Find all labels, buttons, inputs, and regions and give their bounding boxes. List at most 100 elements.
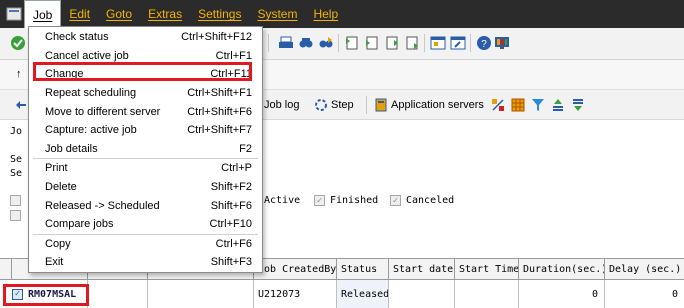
svg-text:?: ? [481, 39, 487, 50]
menu-settings[interactable]: Settings [190, 0, 249, 28]
row-status: Released [337, 280, 389, 308]
sort-ascending-icon[interactable] [550, 95, 566, 115]
menu-item-delete[interactable]: Delete Shift+F2 [29, 178, 262, 197]
layout-grid-icon[interactable] [510, 95, 526, 115]
menu-extras[interactable]: Extras [140, 0, 190, 28]
row-spool-cell [88, 280, 148, 308]
menu-item-compare-jobs[interactable]: Compare jobs Ctrl+F10 [29, 215, 262, 234]
row-duration: 0 [519, 280, 605, 308]
menu-item-repeat-scheduling-shortcut: Ctrl+Shift+F1 [187, 87, 252, 100]
menu-item-print-shortcut: Ctrl+P [221, 162, 252, 175]
application-servers-label: Application servers [391, 99, 484, 111]
menu-system[interactable]: System [249, 0, 305, 28]
partial-label-se-2: Se [10, 168, 23, 179]
menu-item-exit[interactable]: Exit Shift+F3 [29, 253, 262, 272]
title-arrow-icon: ↑ [16, 68, 22, 80]
menu-item-repeat-scheduling-label: Repeat scheduling [45, 87, 137, 100]
next-page-icon[interactable] [384, 33, 400, 53]
menu-item-job-details-label: Job details [45, 142, 98, 155]
customize-layout-icon[interactable] [494, 33, 510, 53]
print-icon[interactable] [278, 33, 294, 53]
menu-item-move-server-label: Move to different server [45, 105, 161, 118]
step-label: Step [331, 99, 354, 111]
menu-goto[interactable]: Goto [98, 0, 140, 28]
first-page-icon[interactable] [344, 33, 360, 53]
menu-item-copy[interactable]: Copy Ctrl+F6 [29, 235, 262, 254]
menu-item-move-server[interactable]: Move to different server Ctrl+Shift+F6 [29, 102, 262, 121]
menu-item-change-label: Change [45, 68, 84, 81]
menu-item-delete-label: Delete [45, 181, 77, 194]
menu-item-cancel-active-job-shortcut: Ctrl+F1 [215, 49, 252, 62]
sap-app-icon[interactable] [4, 4, 24, 24]
menu-item-exit-shortcut: Shift+F3 [210, 256, 252, 269]
hidden-checkbox-1[interactable] [10, 195, 21, 206]
menu-item-capture-active-job-shortcut: Ctrl+Shift+F7 [187, 124, 252, 137]
status-filter-active-label: Active [264, 195, 301, 206]
canceled-checkbox[interactable]: ✓ [390, 195, 401, 206]
menu-item-check-status-label: Check status [45, 31, 109, 44]
grid-header-delay[interactable]: Delay (sec.) [605, 259, 684, 280]
row-select-checkbox[interactable]: ✓ [12, 288, 23, 300]
enter-icon[interactable] [10, 33, 26, 53]
menu-item-capture-active-job-label: Capture: active job [45, 124, 137, 137]
application-servers-button[interactable]: Application servers [374, 95, 484, 115]
last-page-icon[interactable] [404, 33, 420, 53]
table-row[interactable]: ✓ RM07MSAL U212073 Released 0 0 [0, 280, 684, 308]
row-created-by: U212073 [254, 280, 337, 308]
row-start-time [455, 280, 519, 308]
menu-item-released-scheduled-shortcut: Shift+F6 [210, 199, 252, 212]
grid-header-created-by[interactable]: Job CreatedBy [254, 259, 337, 280]
menu-item-capture-active-job[interactable]: Capture: active job Ctrl+Shift+F7 [29, 121, 262, 140]
menu-item-compare-jobs-label: Compare jobs [45, 218, 114, 231]
row-delay: 0 [671, 288, 678, 300]
menu-item-job-details[interactable]: Job details F2 [29, 140, 262, 159]
filter-icon[interactable] [530, 95, 546, 115]
status-filter-finished[interactable]: ✓ Finished [314, 195, 378, 206]
menu-item-job-details-shortcut: F2 [239, 142, 252, 155]
shortcut-icon[interactable] [450, 33, 466, 53]
status-filter-canceled-label: Canceled [406, 195, 455, 206]
server-icon [375, 98, 387, 112]
hidden-checkbox-2[interactable] [10, 210, 21, 221]
menu-item-repeat-scheduling[interactable]: Repeat scheduling Ctrl+Shift+F1 [29, 84, 262, 103]
menu-item-change-shortcut: Ctrl+F11 [210, 68, 252, 81]
previous-page-icon[interactable] [364, 33, 380, 53]
step-button[interactable]: Step [314, 95, 354, 115]
menu-item-check-status-shortcut: Ctrl+Shift+F12 [181, 31, 252, 44]
row-job-name-cell[interactable]: ✓ RM07MSAL [0, 280, 88, 308]
find-next-icon[interactable] [318, 33, 334, 53]
job-log-label: Job log [264, 99, 300, 111]
step-icon [315, 99, 327, 111]
new-session-icon[interactable] [430, 33, 446, 53]
menu-job[interactable]: Job [24, 0, 62, 28]
menu-item-released-scheduled[interactable]: Released -> Scheduled Shift+F6 [29, 196, 262, 215]
menu-item-print[interactable]: Print Ctrl+P [29, 159, 262, 178]
find-icon[interactable] [298, 33, 314, 53]
menu-item-check-status[interactable]: Check status Ctrl+Shift+F12 [29, 28, 262, 47]
grid-header-status[interactable]: Status [337, 259, 389, 280]
grid-header-duration[interactable]: Duration(sec.) [519, 259, 605, 280]
menu-item-change[interactable]: Change Ctrl+F11 [29, 65, 262, 84]
settings-icon[interactable] [490, 95, 506, 115]
menu-edit[interactable]: Edit [61, 0, 98, 28]
grid-header-selector[interactable] [0, 259, 12, 280]
grid-header-start-time[interactable]: Start Time [455, 259, 519, 280]
menu-item-move-server-shortcut: Ctrl+Shift+F6 [187, 105, 252, 118]
grid-header-start-date[interactable]: Start date [389, 259, 455, 280]
help-icon[interactable]: ? [476, 33, 492, 53]
menu-item-print-label: Print [45, 162, 68, 175]
sort-descending-icon[interactable] [570, 95, 586, 115]
menu-help[interactable]: Help [305, 0, 346, 28]
job-log-button[interactable]: Job log [264, 95, 299, 115]
finished-checkbox[interactable]: ✓ [314, 195, 325, 206]
menu-item-cancel-active-job[interactable]: Cancel active job Ctrl+F1 [29, 47, 262, 66]
menu-item-copy-label: Copy [45, 237, 71, 250]
menu-item-copy-shortcut: Ctrl+F6 [215, 237, 252, 250]
refresh-icon[interactable] [14, 95, 28, 115]
menu-bar: Job Edit Goto Extras Settings System Hel… [0, 0, 684, 28]
row-start-date [389, 280, 455, 308]
menu-item-delete-shortcut: Shift+F2 [210, 181, 252, 194]
menu-item-cancel-active-job-label: Cancel active job [45, 49, 129, 62]
status-filter-canceled[interactable]: ✓ Canceled [390, 195, 454, 206]
menu-item-exit-label: Exit [45, 256, 64, 269]
